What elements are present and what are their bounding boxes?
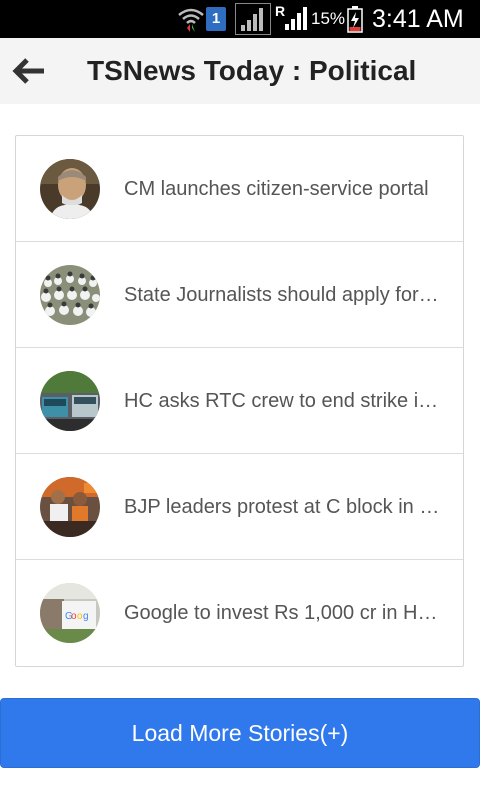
action-bar: TSNews Today : Political bbox=[0, 38, 480, 104]
sim-number: 1 bbox=[206, 7, 226, 31]
story-title: State Journalists should apply for accre… bbox=[124, 284, 442, 306]
story-title: CM launches citizen-service portal bbox=[124, 178, 429, 200]
story-item[interactable]: State Journalists should apply for accre… bbox=[16, 242, 463, 348]
story-item[interactable]: BJP leaders protest at C block in Secret… bbox=[16, 454, 463, 560]
story-item[interactable]: CM launches citizen-service portal bbox=[16, 136, 463, 242]
story-title: BJP leaders protest at C block in Secret… bbox=[124, 496, 442, 518]
wifi-icon bbox=[176, 0, 206, 38]
back-button[interactable] bbox=[8, 52, 48, 90]
story-item[interactable]: G o o g Google to invest Rs 1,000 cr in … bbox=[16, 560, 463, 666]
sim-icon: 1 bbox=[206, 0, 226, 38]
story-title: Google to invest Rs 1,000 cr in Hyderaba… bbox=[124, 602, 442, 624]
battery-percent: 15% bbox=[311, 9, 346, 28]
svg-text:g: g bbox=[83, 611, 89, 622]
story-thumbnail-google-sign: G o o g bbox=[40, 583, 100, 643]
story-thumbnail-buses bbox=[40, 371, 100, 431]
story-thumbnail-crowd bbox=[40, 265, 100, 325]
signal-icon bbox=[235, 0, 271, 38]
status-time: 3:41 AM bbox=[372, 4, 464, 33]
back-arrow-icon bbox=[12, 58, 44, 84]
roaming-signal-icon bbox=[284, 0, 308, 38]
story-item[interactable]: HC asks RTC crew to end strike immediate… bbox=[16, 348, 463, 454]
story-title: HC asks RTC crew to end strike immediate… bbox=[124, 390, 442, 412]
battery-charging-icon bbox=[347, 0, 363, 38]
story-thumbnail-protest bbox=[40, 477, 100, 537]
load-more-button[interactable]: Load More Stories(+) bbox=[0, 698, 480, 768]
story-list: CM launches citizen-service portal State… bbox=[15, 135, 464, 667]
page-title: TSNews Today : Political bbox=[87, 55, 417, 86]
status-bar: 1 R 15% 3:41 AM bbox=[0, 0, 480, 38]
story-thumbnail-portrait bbox=[40, 159, 100, 219]
